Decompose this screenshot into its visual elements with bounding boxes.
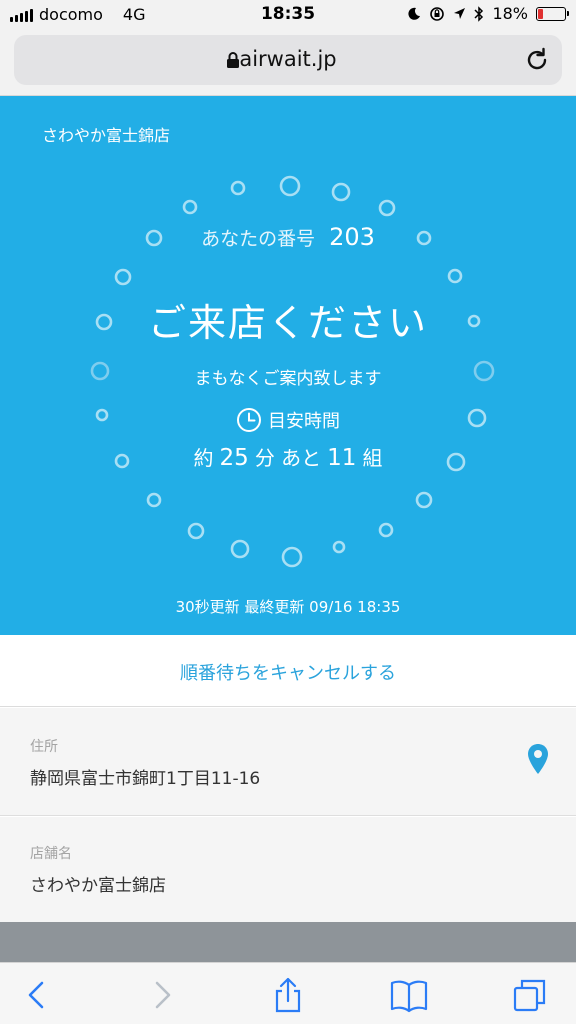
share-icon: [275, 977, 301, 1013]
tabs-button[interactable]: [510, 977, 550, 1013]
address-label: 住所: [30, 739, 58, 755]
status-subtext: まもなくご案内致します: [194, 369, 382, 389]
address-section: 住所 静岡県富士市錦町1丁目11-16: [0, 708, 576, 816]
wait-groups-unit: 組: [362, 446, 383, 470]
ticket-number-line: あなたの番号 203: [0, 223, 576, 251]
back-icon: [28, 981, 44, 1009]
url-domain: airwait.jp: [239, 47, 337, 71]
wait-status-panel: さわやか富士錦店 あなたの番号 203 ご来店ください まもなくご案内致します 目…: [0, 96, 576, 635]
tabs-icon: [513, 979, 546, 1012]
share-button[interactable]: [268, 977, 308, 1013]
clock-icon: [237, 408, 261, 432]
wait-estimate: 約 25 分 あと 11 組: [0, 442, 576, 471]
footer-band: [0, 922, 576, 964]
status-headline: ご来店ください: [147, 301, 428, 345]
forward-icon: [155, 981, 171, 1009]
wait-minutes-unit: 分 あと: [254, 446, 322, 470]
reload-icon[interactable]: [524, 47, 550, 73]
bluetooth-icon: [474, 5, 484, 22]
browser-toolbar: [0, 962, 576, 1024]
address-value: 静岡県富士市錦町1丁目11-16: [30, 769, 261, 789]
location-arrow-icon: [454, 8, 466, 19]
rotation-lock-icon: [430, 6, 445, 21]
last-updated: 30秒更新 最終更新 09/16 18:35: [175, 598, 401, 616]
battery-icon: [536, 6, 569, 21]
estimate-heading: 目安時間: [0, 407, 576, 433]
back-button[interactable]: [16, 977, 56, 1013]
store-name-header: さわやか富士錦店: [42, 126, 171, 145]
battery-percent: 18%: [492, 4, 528, 23]
status-bar: docomo 4G 18:35 18%: [0, 0, 576, 30]
location-pin-icon[interactable]: [527, 743, 549, 775]
estimate-label: 目安時間: [268, 411, 340, 432]
ticket-label: あなたの番号: [201, 228, 316, 250]
wait-minutes: 25: [219, 445, 249, 471]
store-section: 店舗名 さわやか富士錦店: [0, 817, 576, 922]
browser-address-area: airwait.jp: [0, 30, 576, 96]
ticket-number: 203: [329, 223, 375, 251]
address-bar[interactable]: airwait.jp: [14, 35, 562, 85]
wait-groups: 11: [327, 445, 357, 471]
moon-icon: [408, 7, 421, 20]
bookmarks-icon: [390, 980, 428, 1013]
store-value: さわやか富士錦店: [30, 876, 166, 896]
bookmarks-button[interactable]: [389, 977, 429, 1013]
cancel-waiting-link[interactable]: 順番待ちをキャンセルする: [0, 659, 576, 685]
cancel-row: 順番待ちをキャンセルする: [0, 635, 576, 707]
store-label: 店舗名: [30, 846, 72, 862]
forward-button[interactable]: [142, 977, 182, 1013]
wait-prefix: 約: [193, 446, 214, 470]
